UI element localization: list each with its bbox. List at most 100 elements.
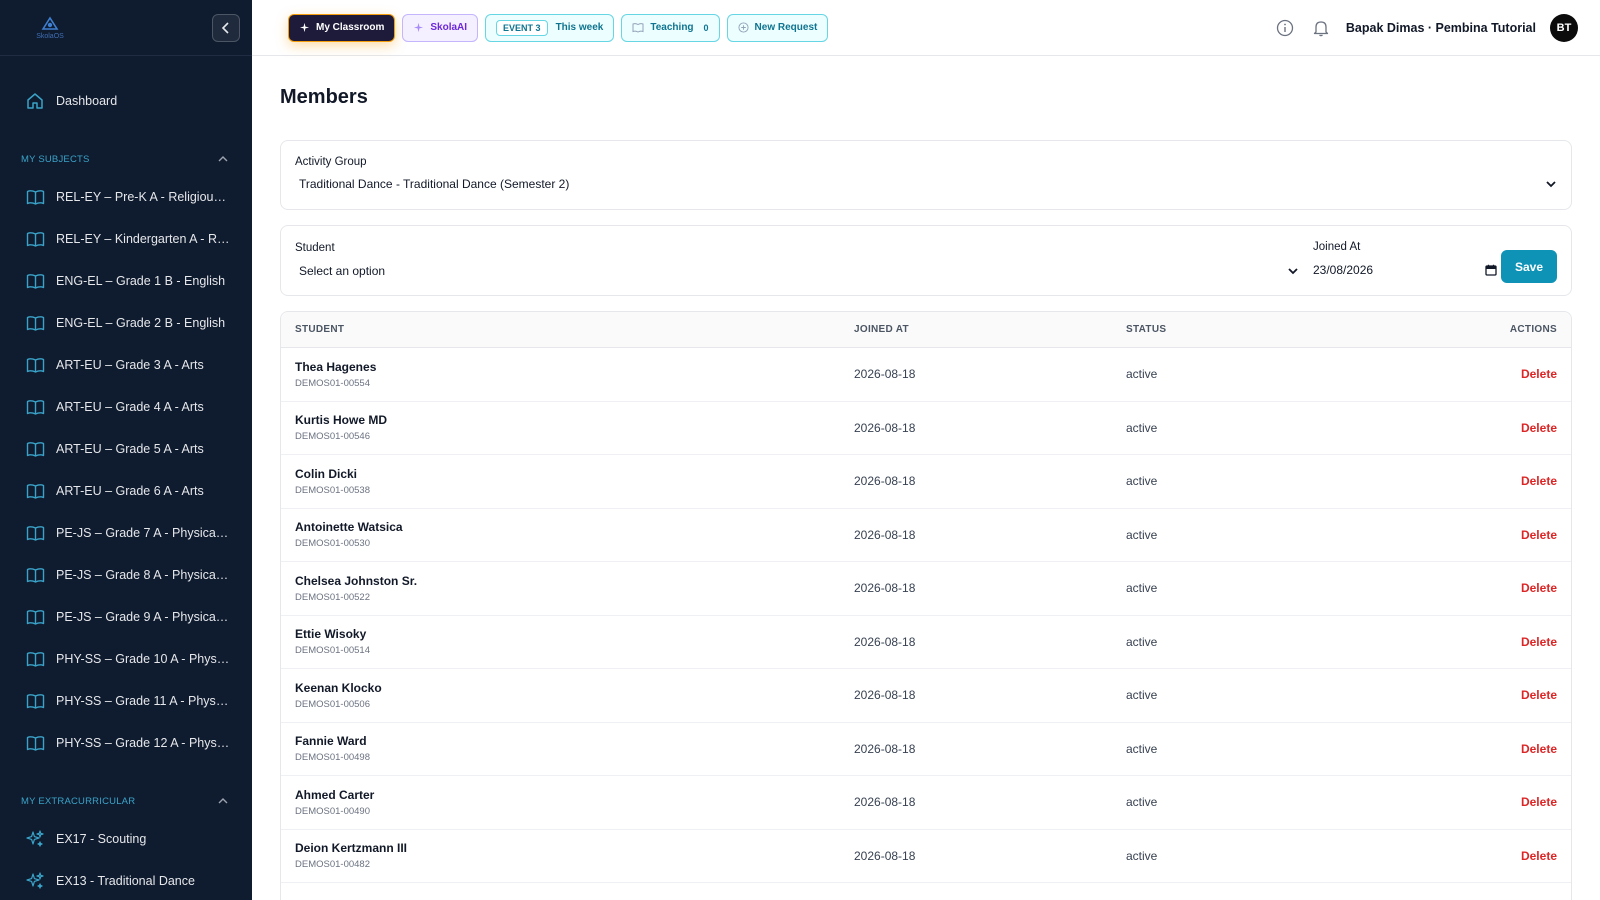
sidebar-item[interactable]: ENG-EL – Grade 2 B - English <box>0 302 252 344</box>
joined-at-field: Joined At 23/08/2026 <box>1313 241 1497 295</box>
section-heading: MY SUBJECTS <box>21 153 90 165</box>
teaching-button[interactable]: Teaching 0 <box>621 13 720 42</box>
chevron-up-icon <box>218 156 228 162</box>
book-icon <box>24 270 46 292</box>
delete-button[interactable]: Delete <box>1521 742 1557 756</box>
sidebar-item-label: PE-JS – Grade 9 A - Physical E... <box>56 610 230 624</box>
student-label: Student <box>295 242 335 254</box>
collapse-sidebar-button[interactable] <box>212 13 240 42</box>
student-cell: Ahmed Carter DEMOS01-00490 <box>281 788 854 817</box>
joined-at-cell: 2026-08-18 <box>854 688 916 703</box>
joined-at-cell: 2026-08-18 <box>854 527 916 542</box>
my-extracurricular-section-toggle[interactable]: MY EXTRACURRICULAR <box>0 784 252 818</box>
book-icon <box>24 354 46 376</box>
student-cell: Chelsea Johnston Sr. DEMOS01-00522 <box>281 574 854 603</box>
delete-button[interactable]: Delete <box>1521 688 1557 702</box>
student-id: DEMOS01-00530 <box>295 538 370 550</box>
student-cell: Keenan Klocko DEMOS01-00506 <box>281 681 854 710</box>
my-subjects-section-toggle[interactable]: MY SUBJECTS <box>0 142 252 176</box>
sidebar-item[interactable]: ART-EU – Grade 3 A - Arts <box>0 344 252 386</box>
actions-cell: Delete <box>1326 421 1571 435</box>
sidebar-item[interactable]: REL-EY – Kindergarten A - Reli... <box>0 218 252 260</box>
student-name: Kurtis Howe MD <box>295 413 388 428</box>
calendar-icon[interactable] <box>1485 264 1497 276</box>
student-cell: Ettie Wisoky DEMOS01-00514 <box>281 627 854 656</box>
student-select[interactable]: Select an option <box>295 261 1299 281</box>
status-cell: active <box>1126 634 1158 649</box>
student-name: Ahmed Carter <box>295 787 375 802</box>
sidebar-item-label: PHY-SS – Grade 12 A - Physics <box>56 736 230 750</box>
sidebar-item-label: REL-EY – Kindergarten A - Reli... <box>56 232 230 246</box>
table-row: Mr. Wilfred Turner I <box>281 883 1571 900</box>
sidebar-item[interactable]: PHY-SS – Grade 10 A - Physics <box>0 638 252 680</box>
sidebar-item-dashboard[interactable]: Dashboard <box>0 80 252 122</box>
sidebar-item-label: EX13 - Traditional Dance <box>56 874 195 888</box>
table-row: Thea Hagenes DEMOS01-00554 2026-08-18 activ… <box>281 348 1571 402</box>
user-name[interactable]: Bapak Dimas · Pembina Tutorial <box>1346 21 1536 35</box>
actions-cell: Delete <box>1326 367 1571 381</box>
book-icon <box>24 396 46 418</box>
sidebar-item-label: ART-EU – Grade 5 A - Arts <box>56 442 204 456</box>
book-icon <box>24 186 46 208</box>
table-row: Antoinette Watsica DEMOS01-00530 2026-08-1… <box>281 509 1571 562</box>
joined-at-input[interactable]: 23/08/2026 <box>1313 260 1497 280</box>
plus-circle-icon <box>738 22 749 33</box>
column-header-status: STATUS <box>1126 324 1167 335</box>
status-cell: active <box>1126 848 1158 863</box>
subjects-list: REL-EY – Pre-K A - Religious a... REL-EY … <box>0 176 252 764</box>
table-body: Thea Hagenes DEMOS01-00554 2026-08-18 activ… <box>281 348 1571 900</box>
sidebar-item[interactable]: PE-JS – Grade 9 A - Physical E... <box>0 596 252 638</box>
book-icon <box>24 480 46 502</box>
bell-icon[interactable] <box>1310 17 1332 39</box>
event-button[interactable]: EVENT 3 This week <box>485 13 615 42</box>
status-cell: active <box>1126 420 1158 435</box>
app-logo[interactable]: SkolaOS <box>30 12 70 44</box>
delete-button[interactable]: Delete <box>1521 367 1557 381</box>
sidebar-item[interactable]: EX13 - Traditional Dance <box>0 860 252 900</box>
book-icon <box>632 23 644 33</box>
delete-button[interactable]: Delete <box>1521 849 1557 863</box>
delete-button[interactable]: Delete <box>1521 635 1557 649</box>
sidebar-item[interactable]: ART-EU – Grade 5 A - Arts <box>0 428 252 470</box>
delete-button[interactable]: Delete <box>1521 581 1557 595</box>
sparkles-icon <box>24 870 46 892</box>
sidebar-item[interactable]: EX17 - Scouting <box>0 818 252 860</box>
sidebar-item-label: PHY-SS – Grade 11 A - Physics <box>56 694 230 708</box>
my-classroom-label: My Classroom <box>316 22 385 33</box>
sparkle-icon <box>299 22 310 33</box>
sidebar-item[interactable]: ART-EU – Grade 4 A - Arts <box>0 386 252 428</box>
actions-cell: Delete <box>1326 635 1571 649</box>
student-name: Ettie Wisoky <box>295 627 367 642</box>
table-header: STUDENT JOINED AT STATUS ACTIONS <box>281 312 1571 348</box>
new-request-button[interactable]: New Request <box>726 13 829 42</box>
joined-at-cell: 2026-08-18 <box>854 420 916 435</box>
my-classroom-button[interactable]: My Classroom <box>288 13 396 42</box>
chevron-up-icon <box>218 798 228 804</box>
student-name: Keenan Klocko <box>295 680 382 695</box>
delete-button[interactable]: Delete <box>1521 795 1557 809</box>
joined-at-cell: 2026-08-18 <box>854 581 916 596</box>
table-row: Keenan Klocko DEMOS01-00506 2026-08-18 acti… <box>281 669 1571 723</box>
status-cell: active <box>1126 581 1158 596</box>
sidebar-item[interactable]: PHY-SS – Grade 11 A - Physics <box>0 680 252 722</box>
delete-button[interactable]: Delete <box>1521 474 1557 488</box>
sidebar-item[interactable]: PHY-SS – Grade 12 A - Physics <box>0 722 252 764</box>
sidebar-item[interactable]: REL-EY – Pre-K A - Religious a... <box>0 176 252 218</box>
topbar-right: Bapak Dimas · Pembina Tutorial BT <box>1274 0 1578 56</box>
topbar: My Classroom SkolaAI EVENT 3 This week T… <box>252 0 1600 56</box>
delete-button[interactable]: Delete <box>1521 528 1557 542</box>
info-icon[interactable] <box>1274 17 1296 39</box>
sidebar-item-label: ENG-EL – Grade 1 B - English <box>56 274 226 288</box>
delete-button[interactable]: Delete <box>1521 421 1557 435</box>
save-button[interactable]: Save <box>1501 250 1557 283</box>
actions-cell: Delete <box>1326 528 1571 542</box>
book-icon <box>24 438 46 460</box>
sidebar-item[interactable]: PE-JS – Grade 8 A - Physical E... <box>0 554 252 596</box>
skola-ai-button[interactable]: SkolaAI <box>402 13 479 42</box>
sidebar-item[interactable]: PE-JS – Grade 7 A - Physical E... <box>0 512 252 554</box>
avatar[interactable]: BT <box>1550 14 1578 42</box>
sidebar-item[interactable]: ART-EU – Grade 6 A - Arts <box>0 470 252 512</box>
activity-group-select[interactable]: Traditional Dance - Traditional Dance (S… <box>295 174 1557 194</box>
sidebar-item[interactable]: ENG-EL – Grade 1 B - English <box>0 260 252 302</box>
table-row: Colin Dicki DEMOS01-00538 2026-08-18 active… <box>281 455 1571 509</box>
